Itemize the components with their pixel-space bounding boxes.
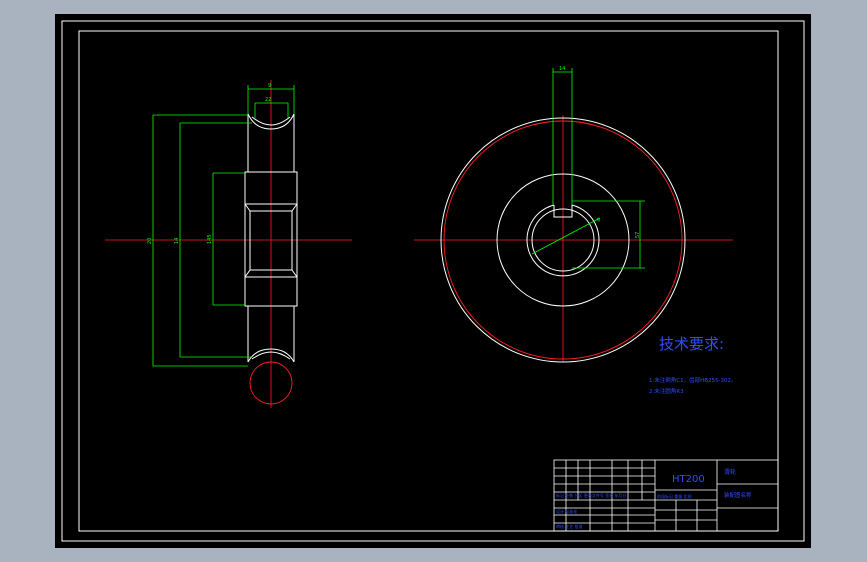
cad-viewport: 9 22 20 14 145 14 6 57 技术要求: 1.未注倒角C1，齿部… bbox=[0, 0, 867, 562]
tech-req-line-2: 2.未注圆角R3 bbox=[649, 387, 684, 395]
title-block-row2: 阶段标记 重量 比例 bbox=[657, 493, 692, 499]
dim-top-inner: 22 bbox=[265, 97, 271, 103]
dim-top-width: 9 bbox=[268, 83, 271, 89]
material-label: HT200 bbox=[672, 474, 705, 485]
tech-req-title: 技术要求: bbox=[659, 335, 724, 353]
dim-dia-outer: 20 bbox=[147, 238, 153, 244]
dim-dia-mid: 14 bbox=[174, 238, 180, 244]
dim-keyway-width: 14 bbox=[559, 66, 565, 72]
company-name: 装配图名称 bbox=[724, 491, 752, 499]
dim-dia-hub: 145 bbox=[207, 234, 213, 244]
dim-keyway-depth: 57 bbox=[635, 232, 641, 238]
part-name: 滑轮 bbox=[724, 468, 736, 476]
cad-canvas: 9 22 20 14 145 14 6 57 技术要求: 1.未注倒角C1，齿部… bbox=[55, 14, 811, 548]
title-block-row4: 审核 工艺 批准 bbox=[556, 523, 583, 529]
drawing-sheet bbox=[55, 14, 811, 548]
title-block-row3: 设计 标准化 bbox=[556, 508, 577, 514]
tech-req-line-1: 1.未注倒角C1，齿部HB255-302。 bbox=[649, 376, 736, 384]
title-block-row1: 标记 处数 分区 更改文件号 签名 年月日 bbox=[556, 492, 626, 498]
